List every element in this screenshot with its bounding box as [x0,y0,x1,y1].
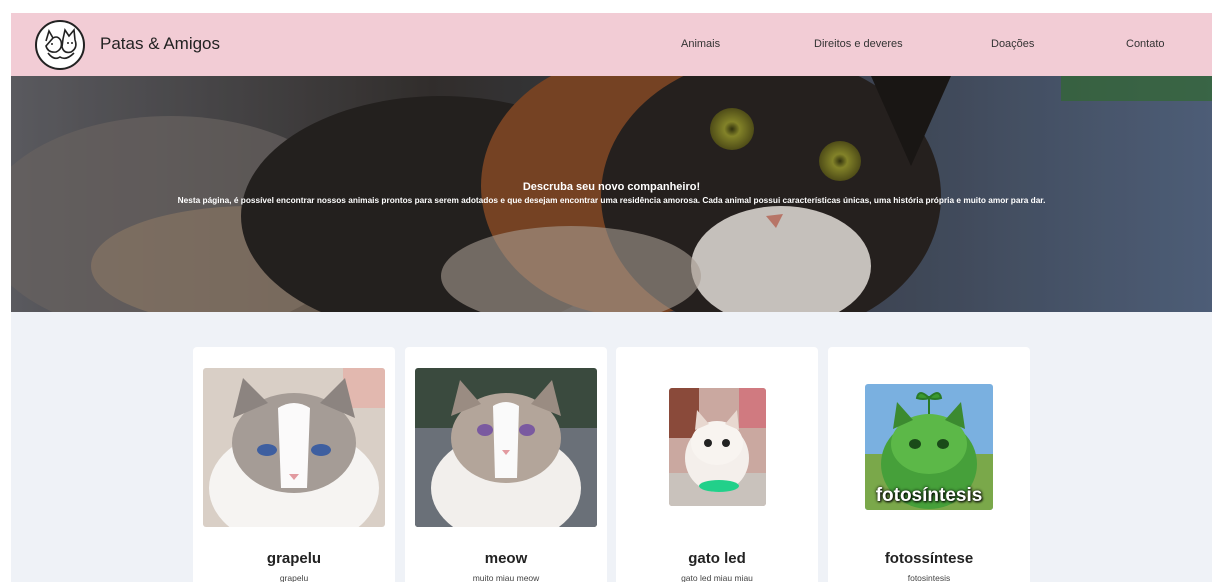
animal-description: muito miau meow [472,573,540,582]
hero-description: Nesta página, é possível encontrar nosso… [177,195,1046,205]
brand-name[interactable]: Patas & Amigos [100,34,220,54]
nav-doacoes[interactable]: Doações [991,38,1034,50]
animal-card[interactable]: grapelu grapelu [193,347,395,582]
cat-dog-logo-icon[interactable] [34,19,86,71]
animal-name: fotossíntese [884,550,974,567]
page: Patas & Amigos Animais Direitos e devere… [11,13,1212,582]
nav-direitos-e-deveres[interactable]: Direitos e deveres [814,38,903,50]
image-caption: fotosíntesis [875,485,983,506]
animal-card[interactable]: fotosíntesis fotossíntese fotosintesis [828,347,1030,582]
animal-description: grapelu [279,573,309,582]
hero-cat-image [11,76,1212,312]
animal-name: gato led [688,550,746,567]
animal-name: grapelu [266,550,322,567]
animal-description: fotosintesis [907,573,951,582]
nav-contato[interactable]: Contato [1126,38,1165,50]
animal-photo[interactable] [203,368,385,527]
nav-animais[interactable]: Animais [681,38,720,50]
animal-photo[interactable]: fotosíntesis [865,384,993,510]
animal-description: gato led miau miau [681,573,753,582]
site-header: Patas & Amigos Animais Direitos e devere… [11,13,1212,76]
hero-title: Descruba seu novo companheiro! [522,181,701,193]
animal-photo[interactable] [415,368,597,527]
animal-photo[interactable] [669,388,766,506]
animal-card[interactable]: meow muito miau meow [405,347,607,582]
animal-card[interactable]: gato led gato led miau miau [616,347,818,582]
hero-banner: Descruba seu novo companheiro! Nesta pág… [11,76,1212,312]
animal-name: meow [484,550,528,567]
